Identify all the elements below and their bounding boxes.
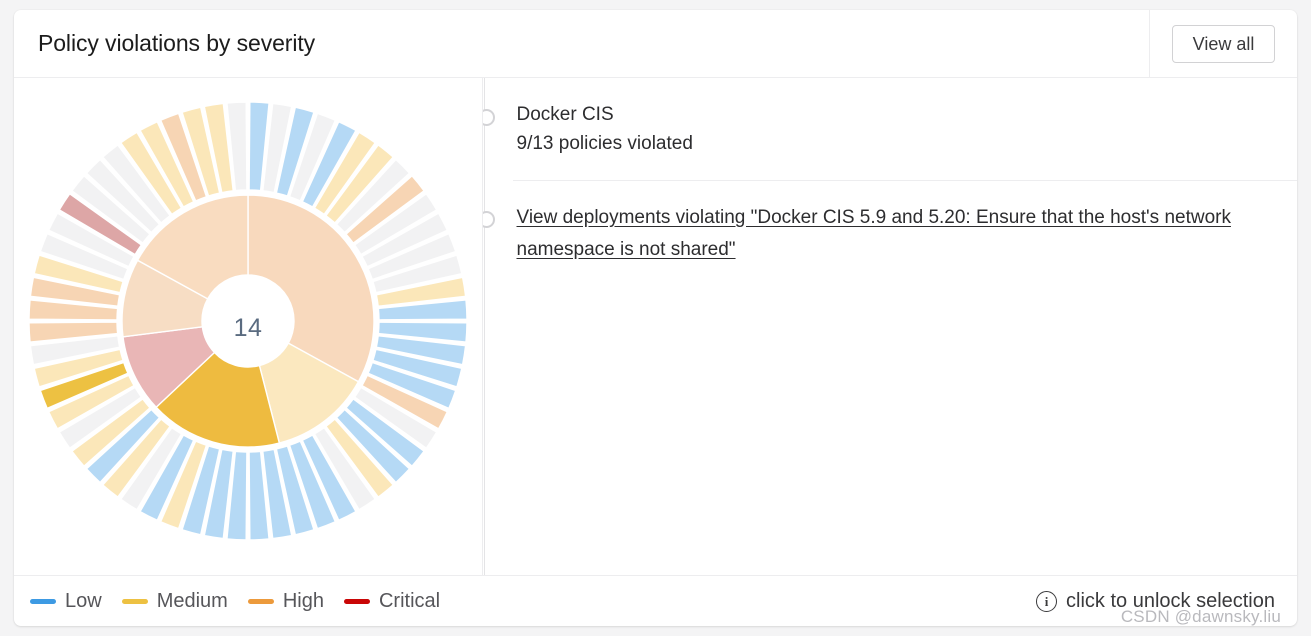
legend-item-low[interactable]: Low: [30, 590, 102, 613]
sunburst-chart[interactable]: 14: [28, 99, 468, 559]
chart-legend: Low Medium High Critical: [30, 590, 440, 613]
detail-list: Docker CIS 9/13 policies violated View dep…: [483, 78, 1297, 288]
list-divider: [513, 180, 1297, 181]
list-item: Docker CIS 9/13 policies violated: [483, 78, 1297, 180]
list-item-subtitle: 9/13 policies violated: [516, 133, 693, 154]
screen-root: Policy violations by severity View all 1…: [0, 0, 1311, 636]
legend-item-medium[interactable]: Medium: [121, 589, 228, 613]
unlock-selection-control[interactable]: i click to unlock selection: [1036, 576, 1275, 626]
policy-violations-card: Policy violations by severity View all 1…: [14, 10, 1297, 626]
legend-label: High: [282, 589, 324, 612]
legend-item-high[interactable]: High: [247, 589, 324, 613]
view-all-button[interactable]: View all: [1171, 24, 1276, 63]
chart-pane: 14: [14, 78, 483, 575]
legend-swatch-low: [30, 598, 56, 604]
list-item-content: Docker CIS 9/13 policies violated: [517, 100, 1268, 158]
info-icon: i: [1036, 590, 1058, 612]
legend-swatch-critical: [343, 598, 370, 604]
card-footer: Low Medium High Critical i click to unlock …: [14, 575, 1297, 626]
list-item-bullet-icon: [483, 109, 495, 126]
card-body: 14 Docker CIS 9/13 policies violated View …: [14, 78, 1297, 575]
view-deployments-link[interactable]: View deployments violating "Docker CIS 5…: [517, 207, 1231, 260]
legend-label: Critical: [378, 589, 441, 612]
unlock-selection-label: click to unlock selection: [1066, 589, 1275, 612]
legend-swatch-high: [247, 598, 274, 604]
details-pane: Docker CIS 9/13 policies violated View dep…: [483, 78, 1297, 575]
list-item-title: Docker CIS: [516, 104, 614, 125]
header-actions: View all: [1149, 10, 1297, 77]
legend-label: Medium: [156, 589, 228, 612]
legend-label: Low: [65, 589, 102, 612]
list-item-bullet-icon: [483, 211, 495, 228]
card-header: Policy violations by severity View all: [14, 10, 1297, 78]
page-title: Policy violations by severity: [38, 30, 316, 56]
list-item[interactable]: View deployments violating "Docker CIS 5…: [483, 180, 1297, 288]
list-item-content: View deployments violating "Docker CIS 5…: [517, 202, 1268, 266]
legend-swatch-medium: [121, 598, 148, 604]
sunburst-svg[interactable]: [28, 99, 468, 559]
legend-item-critical[interactable]: Critical: [343, 589, 441, 613]
